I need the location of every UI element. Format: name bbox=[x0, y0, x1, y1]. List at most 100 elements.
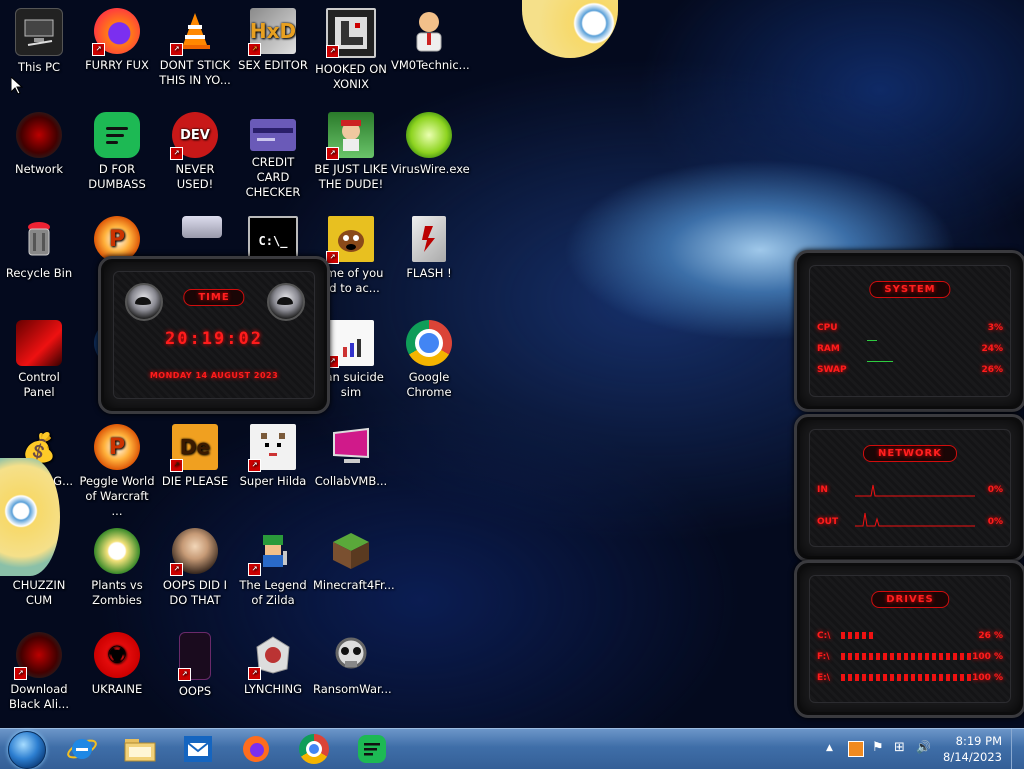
desktop-icon-ukraine[interactable]: ☢ UKRAINE bbox=[78, 626, 156, 726]
taskbar-chrome[interactable] bbox=[288, 731, 340, 767]
desktop-icon-credit-card[interactable]: CREDIT CARD CHECKER bbox=[234, 106, 312, 206]
icon-glyph: DEV bbox=[180, 127, 210, 143]
limewire-icon bbox=[406, 112, 452, 158]
icon-label: SEX EDITOR bbox=[238, 58, 308, 72]
tray-app-icon[interactable] bbox=[848, 741, 864, 757]
firefox-icon bbox=[243, 736, 269, 762]
portrait-icon: ↗ bbox=[170, 528, 218, 576]
flower-icon bbox=[94, 528, 140, 574]
icon-label: VirusWire.exe bbox=[391, 162, 470, 176]
ram-usage-bar bbox=[867, 340, 877, 341]
trash-icon bbox=[16, 216, 62, 262]
start-button[interactable] bbox=[8, 731, 46, 769]
shortcut-arrow-icon: ↗ bbox=[170, 563, 183, 576]
xonix-icon: ↗ bbox=[326, 8, 376, 58]
skull-icon bbox=[328, 632, 374, 678]
desktop-icon-oops-did-i[interactable]: ↗ OOPS DID I DO THAT bbox=[156, 522, 234, 622]
taskbar-mail[interactable] bbox=[172, 731, 224, 767]
radiation-icon: ☢ bbox=[94, 632, 140, 678]
taskbar-firefox[interactable] bbox=[230, 731, 282, 767]
desktop[interactable]: This PC Network Recycle Bin Control Pane… bbox=[0, 0, 1024, 728]
drives-widget[interactable]: Drives C:\ 26 % F:\ 100 % E:\ 100 % bbox=[794, 560, 1024, 718]
desktop-icon-viruswire[interactable]: VirusWire.exe bbox=[390, 106, 470, 206]
pixel-cat-icon: ↗ bbox=[248, 424, 296, 472]
desktop-icon-die-please[interactable]: De ↗ DIE PLEASE bbox=[156, 418, 234, 518]
date-display: Monday 14 August 2023 bbox=[149, 371, 279, 380]
desktop-icon-oops[interactable]: ↗ OOPS bbox=[156, 626, 234, 726]
row-key: IN bbox=[817, 485, 828, 495]
icon-glyph: De bbox=[179, 434, 211, 459]
desktop-icon-flash[interactable]: FLASH ! bbox=[390, 210, 468, 310]
firefox-icon: ↗ bbox=[92, 8, 140, 56]
chrome-center-icon bbox=[306, 741, 322, 757]
system-row-ram: RAM 24% bbox=[817, 340, 1003, 356]
peggle-icon: P bbox=[94, 424, 140, 470]
icon-label: D FOR DUMBASS bbox=[88, 162, 146, 191]
swap-usage-bar bbox=[867, 361, 893, 362]
dog-icon: ↗ bbox=[326, 216, 374, 264]
network-widget[interactable]: Network IN 0% OUT 0% bbox=[794, 414, 1024, 562]
icon-label: DONT STICK THIS IN YO... bbox=[159, 58, 231, 87]
network-device-icon bbox=[182, 216, 222, 238]
taskbar-file-explorer[interactable] bbox=[114, 731, 166, 767]
desktop-icon-sex-editor[interactable]: HxD ↗ SEX EDITOR bbox=[234, 2, 312, 102]
icon-label: Download Black Ali... bbox=[9, 682, 69, 711]
network-icon[interactable]: Network bbox=[0, 106, 78, 206]
icon-label: FLASH ! bbox=[406, 266, 452, 280]
chrome-icon bbox=[406, 320, 452, 366]
system-tray: ▲ ⚑ ⊞ 🔊 8:19 PM 8/14/2023 bbox=[814, 729, 1024, 769]
alien-logo-icon bbox=[267, 283, 305, 321]
desktop-icon-lynching[interactable]: ↗ LYNCHING bbox=[234, 626, 312, 726]
desktop-icon-minecraft[interactable]: Minecraft4Fr... bbox=[312, 522, 395, 622]
desktop-icon-download-alien[interactable]: ↗ Download Black Ali... bbox=[0, 626, 78, 726]
network-status-icon[interactable]: ⊞ bbox=[894, 740, 905, 755]
drive-usage-bar bbox=[841, 674, 971, 681]
icon-label: Super Hilda bbox=[239, 474, 307, 488]
desktop-icon-google-chrome[interactable]: Google Chrome bbox=[390, 314, 468, 414]
taskbar-internet-explorer[interactable] bbox=[56, 731, 108, 767]
credit-card-icon bbox=[250, 119, 296, 151]
desktop-icon-peggle-wow[interactable]: P Peggle World of Warcraft ... bbox=[78, 418, 156, 518]
grass-block-icon bbox=[328, 528, 374, 574]
row-value: 24% bbox=[981, 344, 1003, 354]
time-widget[interactable]: Time 20:19:02 Monday 14 August 2023 bbox=[98, 256, 330, 414]
desktop-icon-pvz[interactable]: Plants vs Zombies bbox=[78, 522, 156, 622]
drive-row-c: C:\ 26 % bbox=[817, 631, 1003, 643]
icon-label: Plants vs Zombies bbox=[91, 578, 143, 607]
mouse-cursor-icon bbox=[11, 77, 23, 95]
drive-usage-bar bbox=[841, 653, 971, 660]
desktop-icon-furry-fux[interactable]: ↗ FURRY FUX bbox=[78, 2, 156, 102]
network-widget-title: Network bbox=[862, 445, 958, 462]
icon-label: UKRAINE bbox=[91, 682, 143, 696]
cartoon-sticker-left bbox=[0, 458, 60, 576]
show-desktop-button[interactable] bbox=[1011, 729, 1024, 769]
desktop-icon-vm0technic[interactable]: VM0Technic... bbox=[390, 2, 470, 102]
system-widget[interactable]: System CPU 3% RAM 24% SWAP 26% bbox=[794, 250, 1024, 412]
shortcut-arrow-icon: ↗ bbox=[92, 43, 105, 56]
action-center-flag-icon[interactable]: ⚑ bbox=[872, 740, 884, 755]
taskbar-clock[interactable]: 8:19 PM 8/14/2023 bbox=[943, 733, 1002, 765]
desktop-icon-super-hilda[interactable]: ↗ Super Hilda bbox=[234, 418, 312, 518]
desktop-icon-ransomware[interactable]: RansomWar... bbox=[312, 626, 392, 726]
volume-icon[interactable]: 🔊 bbox=[916, 740, 931, 754]
spotify-style-icon bbox=[94, 112, 140, 158]
taskbar-app-green[interactable] bbox=[346, 731, 398, 767]
system-row-cpu: CPU 3% bbox=[817, 323, 1003, 335]
desktop-icon-dude[interactable]: ↗ BE JUST LIKE THE DUDE! bbox=[312, 106, 390, 206]
show-hidden-icons-chevron-icon[interactable]: ▲ bbox=[826, 743, 833, 753]
desktop-icon-xonix[interactable]: ↗ HOOKED ON XONIX bbox=[312, 2, 390, 102]
desktop-icon-zilda[interactable]: ↗ The Legend of Zilda bbox=[234, 522, 312, 622]
control-panel-icon[interactable]: Control Panel bbox=[0, 314, 78, 414]
row-key: F:\ bbox=[817, 652, 830, 662]
icon-label: This PC bbox=[17, 60, 61, 74]
icon-label: Recycle Bin bbox=[5, 266, 73, 280]
desktop-icon-collabvm[interactable]: CollabVMB... bbox=[312, 418, 390, 518]
icon-label: RansomWar... bbox=[313, 682, 392, 696]
computer-icon bbox=[15, 8, 63, 56]
desktop-icon-never-used[interactable]: DEV ↗ NEVER USED! bbox=[156, 106, 234, 206]
recycle-bin-icon[interactable]: Recycle Bin bbox=[0, 210, 78, 310]
desktop-icon-d-for-dumbass[interactable]: D FOR DUMBASS bbox=[78, 106, 156, 206]
desktop-icon-vlc[interactable]: ↗ DONT STICK THIS IN YO... bbox=[156, 2, 234, 102]
icon-label: NEVER USED! bbox=[175, 162, 215, 191]
network-out-graph bbox=[855, 512, 975, 527]
